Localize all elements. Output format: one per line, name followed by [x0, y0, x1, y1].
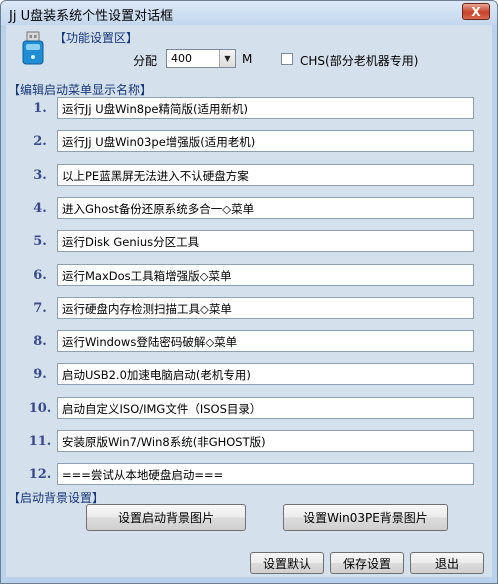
set-win03pe-background-button[interactable]: 设置Win03PE背景图片	[283, 504, 448, 531]
save-settings-button[interactable]: 保存设置	[330, 552, 404, 574]
alloc-label: 分配	[133, 54, 158, 68]
dialog-window: Jj U盘装系统个性设置对话框 X 【功能设置区】 分配 400 ▼ M CHS…	[0, 0, 498, 584]
menu-item-name-input[interactable]: 运行硬盘内存检测扫描工具◇菜单	[57, 297, 474, 319]
menu-item-number: 11.	[28, 434, 52, 449]
menu-item-number: 2.	[33, 134, 47, 149]
chs-label[interactable]: CHS(部分老机器专用)	[300, 52, 418, 69]
menu-item-name-input[interactable]: 进入Ghost备份还原系统多合一◇菜单	[57, 197, 474, 219]
menu-item-number: 6.	[33, 268, 47, 283]
menu-item-number: 5.	[33, 234, 47, 249]
window-title: Jj U盘装系统个性设置对话框	[9, 9, 174, 24]
menu-item-name-input[interactable]: 以上PE蓝黑屏无法进入不认硬盘方案	[57, 164, 474, 186]
chs-checkbox[interactable]	[281, 53, 293, 65]
menu-item-number: 12.	[28, 467, 52, 482]
close-icon: X	[471, 4, 481, 19]
menu-item-name-input[interactable]: ===尝试从本地硬盘启动===	[57, 463, 474, 485]
exit-button[interactable]: 退出	[410, 552, 484, 574]
alloc-unit-label: M	[242, 52, 253, 66]
menu-item-name-input[interactable]: 运行MaxDos工具箱增强版◇菜单	[57, 264, 474, 286]
menu-section-title: 【编辑启动菜单显示名称】	[8, 83, 153, 97]
menu-item-name-input[interactable]: 运行Jj U盘Win03pe增强版(适用老机)	[57, 130, 474, 152]
menu-item-name-input[interactable]: 运行Jj U盘Win8pe精简版(适用新机)	[57, 97, 474, 119]
menu-item-name-input[interactable]: 启动自定义ISO/IMG文件（ISOS目录）	[57, 397, 474, 419]
close-button[interactable]: X	[462, 3, 490, 20]
alloc-size-value: 400	[171, 52, 192, 65]
menu-item-number: 4.	[33, 201, 47, 216]
set-default-button[interactable]: 设置默认	[250, 552, 324, 574]
function-area-title: 【功能设置区】	[54, 31, 139, 45]
menu-item-number: 3.	[33, 168, 47, 183]
menu-item-number: 1.	[33, 101, 47, 116]
menu-item-name-input[interactable]: 安装原版Win7/Win8系统(非GHOST版)	[57, 430, 474, 452]
title-bar[interactable]: Jj U盘装系统个性设置对话框 X	[1, 1, 497, 25]
set-boot-background-button[interactable]: 设置启动背景图片	[86, 504, 246, 531]
dialog-client-area: 【功能设置区】 分配 400 ▼ M CHS(部分老机器专用) 【编辑启动菜单显…	[6, 25, 492, 577]
alloc-size-select[interactable]: 400 ▼	[166, 49, 236, 68]
menu-item-name-input[interactable]: 运行Disk Genius分区工具	[57, 230, 474, 252]
menu-item-name-input[interactable]: 启动USB2.0加速电脑启动(老机专用)	[57, 363, 474, 385]
menu-item-number: 8.	[33, 334, 47, 349]
chevron-down-icon[interactable]: ▼	[219, 50, 235, 67]
menu-item-number: 7.	[33, 301, 47, 316]
menu-item-number: 10.	[28, 401, 52, 416]
usb-drive-icon	[22, 31, 44, 65]
menu-item-name-input[interactable]: 运行Windows登陆密码破解◇菜单	[57, 330, 474, 352]
menu-item-number: 9.	[33, 367, 47, 382]
